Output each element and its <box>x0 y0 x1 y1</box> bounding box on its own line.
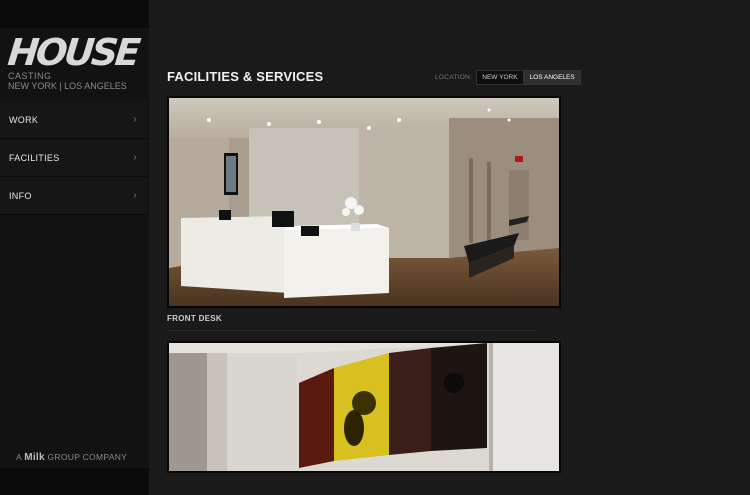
credit-prefix: A <box>16 452 22 462</box>
gallery-wall-image <box>169 343 559 471</box>
front-desk-photo[interactable] <box>167 96 561 308</box>
photo-caption: FRONT DESK <box>167 314 222 323</box>
logo-locations: NEW YORK | LOS ANGELES <box>8 81 127 91</box>
location-label: LOCATION: <box>435 74 473 81</box>
sidebar: HOUSE CASTING NEW YORK | LOS ANGELES WOR… <box>0 0 149 495</box>
page-title: FACILITIES & SERVICES <box>167 69 324 84</box>
chevron-right-icon: › <box>133 190 137 201</box>
credit-suffix: GROUP COMPANY <box>47 452 128 462</box>
sidebar-top-bar <box>0 0 149 28</box>
milk-logo: Milk <box>24 452 45 463</box>
nav-item-facilities[interactable]: FACILITIES › <box>0 139 147 177</box>
sidebar-bottom-bar <box>0 468 149 495</box>
location-switcher: LOCATION: NEW YORK LOS ANGELES <box>435 70 581 85</box>
nav-item-label: WORK <box>9 114 39 125</box>
gallery-wall-photo[interactable] <box>167 341 561 473</box>
chevron-right-icon: › <box>133 152 137 163</box>
location-new-york-button[interactable]: NEW YORK <box>476 70 524 85</box>
sidebar-nav: WORK › FACILITIES › INFO › <box>0 101 147 215</box>
nav-item-work[interactable]: WORK › <box>0 101 147 139</box>
nav-item-label: FACILITIES <box>9 152 60 163</box>
nav-item-info[interactable]: INFO › <box>0 177 147 215</box>
divider <box>167 330 537 331</box>
logo-block[interactable]: HOUSE CASTING NEW YORK | LOS ANGELES <box>0 28 149 100</box>
nav-item-label: INFO <box>9 190 32 201</box>
location-los-angeles-button[interactable]: LOS ANGELES <box>523 70 581 85</box>
front-desk-image <box>169 98 559 306</box>
logo[interactable]: HOUSE <box>6 31 151 74</box>
parent-company-credit[interactable]: A Milk GROUP COMPANY <box>16 452 127 463</box>
chevron-right-icon: › <box>133 114 137 125</box>
